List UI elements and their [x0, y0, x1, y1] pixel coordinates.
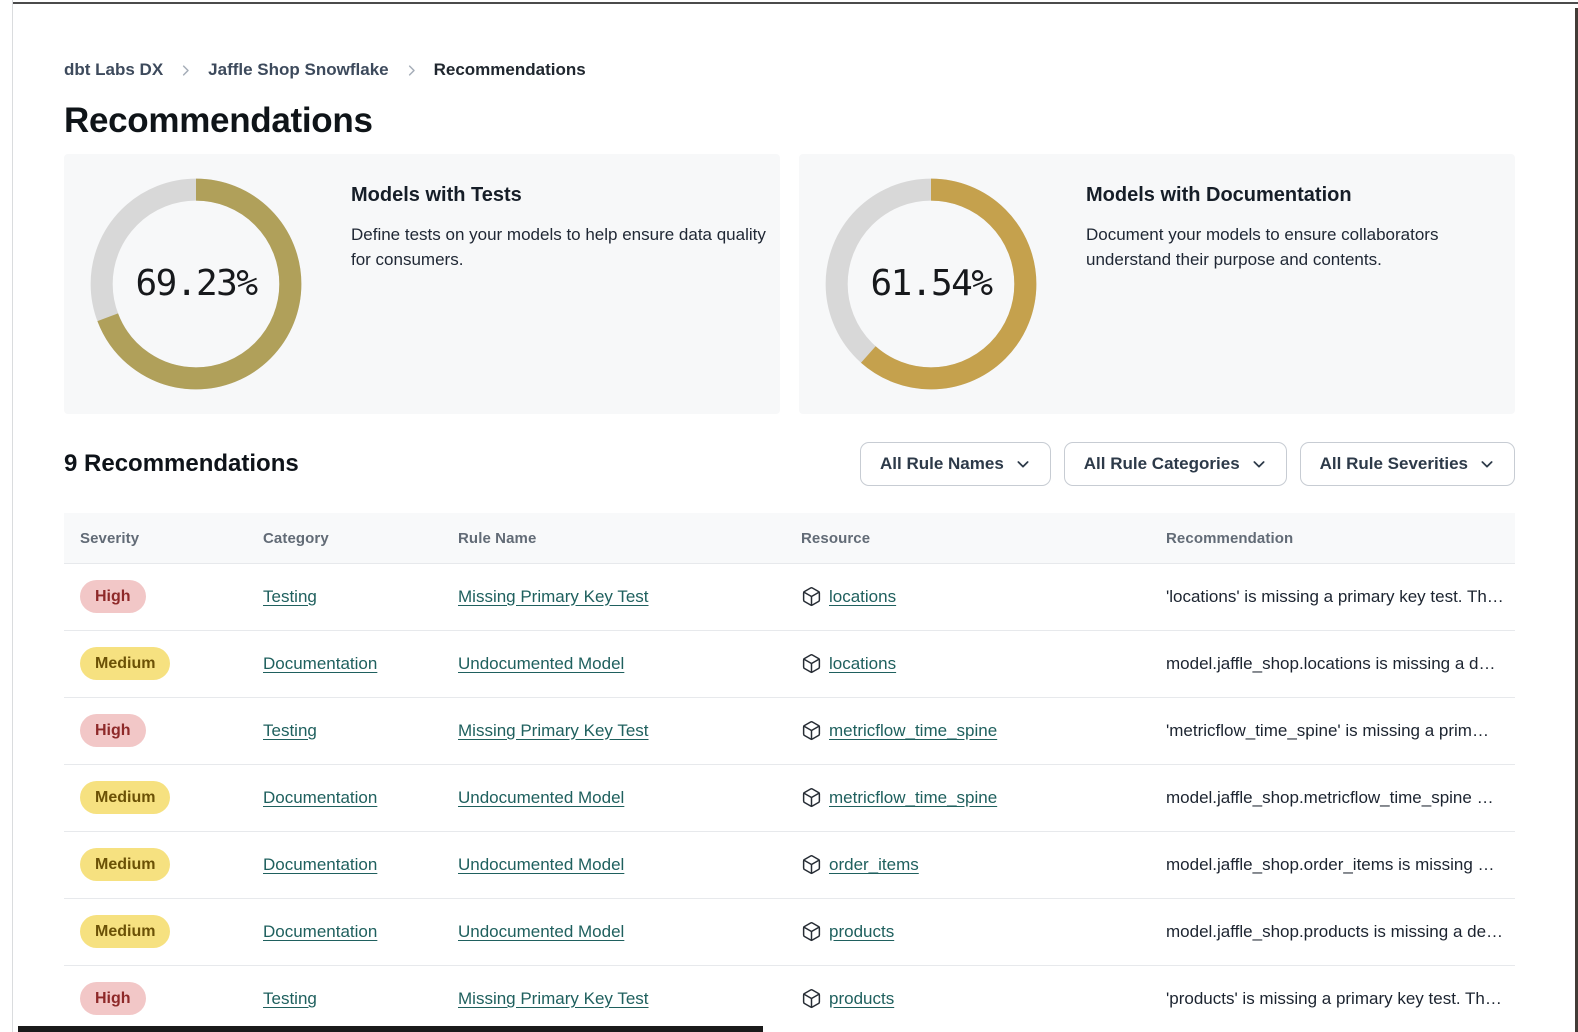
- recommendations-count: 9 Recommendations: [64, 450, 299, 478]
- table-body: High Testing Missing Primary Key Test lo…: [64, 563, 1515, 1032]
- recommendation-text: 'locations' is missing a primary key tes…: [1166, 587, 1504, 606]
- chevron-down-icon: [1251, 456, 1267, 472]
- category-link[interactable]: Documentation: [263, 922, 377, 941]
- chevron-right-icon: [178, 63, 193, 78]
- column-header-recommendation: Recommendation: [1150, 513, 1515, 564]
- metric-title: Models with Documentation: [1086, 184, 1515, 207]
- chevron-down-icon: [1015, 456, 1031, 472]
- table-row: Medium Documentation Undocumented Model …: [64, 831, 1515, 898]
- cube-icon: [801, 921, 822, 942]
- breadcrumb-item-dbt-labs-dx[interactable]: dbt Labs DX: [64, 60, 163, 80]
- column-header-severity: Severity: [64, 513, 247, 564]
- category-link[interactable]: Documentation: [263, 654, 377, 673]
- rule-name-link[interactable]: Undocumented Model: [458, 654, 624, 673]
- filters-row: All Rule Names All Rule Categories All R…: [860, 442, 1515, 486]
- chevron-right-icon: [404, 63, 419, 78]
- resource-link[interactable]: order_items: [829, 855, 919, 875]
- recommendation-text: 'products' is missing a primary key test…: [1166, 989, 1502, 1008]
- table-row: High Testing Missing Primary Key Test lo…: [64, 563, 1515, 630]
- metric-text: Models with Tests Define tests on your m…: [351, 184, 780, 414]
- category-link[interactable]: Testing: [263, 721, 317, 740]
- metric-card: 69.23% Models with Tests Define tests on…: [64, 154, 780, 414]
- metric-value: 69.23%: [90, 178, 302, 390]
- table-row: Medium Documentation Undocumented Model …: [64, 898, 1515, 965]
- rule-name-link[interactable]: Undocumented Model: [458, 855, 624, 874]
- filter-rule-severities-dropdown[interactable]: All Rule Severities: [1300, 442, 1515, 486]
- bottom-cutoff-strip: [18, 1026, 763, 1032]
- cube-icon: [801, 988, 822, 1009]
- recommendation-text: model.jaffle_shop.metricflow_time_spine …: [1166, 788, 1494, 807]
- metric-description: Define tests on your models to help ensu…: [351, 222, 780, 274]
- severity-badge: Medium: [80, 848, 170, 881]
- filter-rule-categories-dropdown[interactable]: All Rule Categories: [1064, 442, 1287, 486]
- resource-link[interactable]: products: [829, 922, 894, 942]
- rule-name-link[interactable]: Undocumented Model: [458, 788, 624, 807]
- severity-badge: Medium: [80, 915, 170, 948]
- breadcrumb-item-recommendations: Recommendations: [434, 60, 586, 80]
- metric-title: Models with Tests: [351, 184, 780, 207]
- category-link[interactable]: Testing: [263, 989, 317, 1008]
- breadcrumb-item-jaffle-shop-snowflake[interactable]: Jaffle Shop Snowflake: [208, 60, 388, 80]
- recommendations-table: Severity Category Rule Name Resource Rec…: [64, 513, 1515, 1032]
- column-header-resource: Resource: [785, 513, 1150, 564]
- table-row: High Testing Missing Primary Key Test pr…: [64, 965, 1515, 1032]
- metric-value: 61.54%: [825, 178, 1037, 390]
- rule-name-link[interactable]: Undocumented Model: [458, 922, 624, 941]
- cube-icon: [801, 586, 822, 607]
- table-row: High Testing Missing Primary Key Test me…: [64, 697, 1515, 764]
- frame-left-border: [12, 0, 13, 1032]
- frame-top-border: [13, 2, 1578, 4]
- metrics-row: 69.23% Models with Tests Define tests on…: [64, 154, 1515, 414]
- rule-name-link[interactable]: Missing Primary Key Test: [458, 587, 649, 606]
- severity-badge: Medium: [80, 781, 170, 814]
- cube-icon: [801, 787, 822, 808]
- severity-badge: Medium: [80, 647, 170, 680]
- main-content: dbt Labs DX Jaffle Shop Snowflake Recomm…: [64, 58, 1515, 1032]
- resource-link[interactable]: metricflow_time_spine: [829, 721, 997, 741]
- severity-badge: High: [80, 982, 146, 1015]
- table-row: Medium Documentation Undocumented Model …: [64, 764, 1515, 831]
- column-header-category: Category: [247, 513, 442, 564]
- filter-label: All Rule Names: [880, 454, 1004, 474]
- rule-name-link[interactable]: Missing Primary Key Test: [458, 721, 649, 740]
- category-link[interactable]: Testing: [263, 587, 317, 606]
- filter-label: All Rule Categories: [1084, 454, 1240, 474]
- resource-link[interactable]: locations: [829, 587, 896, 607]
- metric-card: 61.54% Models with Documentation Documen…: [799, 154, 1515, 414]
- cube-icon: [801, 653, 822, 674]
- resource-link[interactable]: metricflow_time_spine: [829, 788, 997, 808]
- cube-icon: [801, 720, 822, 741]
- metric-text: Models with Documentation Document your …: [1086, 184, 1515, 414]
- table-row: Medium Documentation Undocumented Model …: [64, 630, 1515, 697]
- recommendation-text: model.jaffle_shop.locations is missing a…: [1166, 654, 1495, 673]
- category-link[interactable]: Documentation: [263, 855, 377, 874]
- recommendation-text: 'metricflow_time_spine' is missing a pri…: [1166, 721, 1489, 740]
- rule-name-link[interactable]: Missing Primary Key Test: [458, 989, 649, 1008]
- donut-chart-models-with-documentation: 61.54%: [825, 178, 1037, 390]
- column-header-rule-name: Rule Name: [442, 513, 785, 564]
- recommendation-text: model.jaffle_shop.products is missing a …: [1166, 922, 1503, 941]
- resource-link[interactable]: locations: [829, 654, 896, 674]
- filter-rule-names-dropdown[interactable]: All Rule Names: [860, 442, 1051, 486]
- severity-badge: High: [80, 714, 146, 747]
- donut-chart-models-with-tests: 69.23%: [90, 178, 302, 390]
- cube-icon: [801, 854, 822, 875]
- list-header: 9 Recommendations All Rule Names All Rul…: [64, 442, 1515, 486]
- breadcrumb: dbt Labs DX Jaffle Shop Snowflake Recomm…: [64, 58, 1515, 82]
- chevron-down-icon: [1479, 456, 1495, 472]
- table-header-row: Severity Category Rule Name Resource Rec…: [64, 513, 1515, 564]
- metric-description: Document your models to ensure collabora…: [1086, 222, 1515, 274]
- category-link[interactable]: Documentation: [263, 788, 377, 807]
- filter-label: All Rule Severities: [1320, 454, 1468, 474]
- recommendation-text: model.jaffle_shop.order_items is missing…: [1166, 855, 1495, 874]
- page-title: Recommendations: [64, 102, 1515, 141]
- resource-link[interactable]: products: [829, 989, 894, 1009]
- severity-badge: High: [80, 580, 146, 613]
